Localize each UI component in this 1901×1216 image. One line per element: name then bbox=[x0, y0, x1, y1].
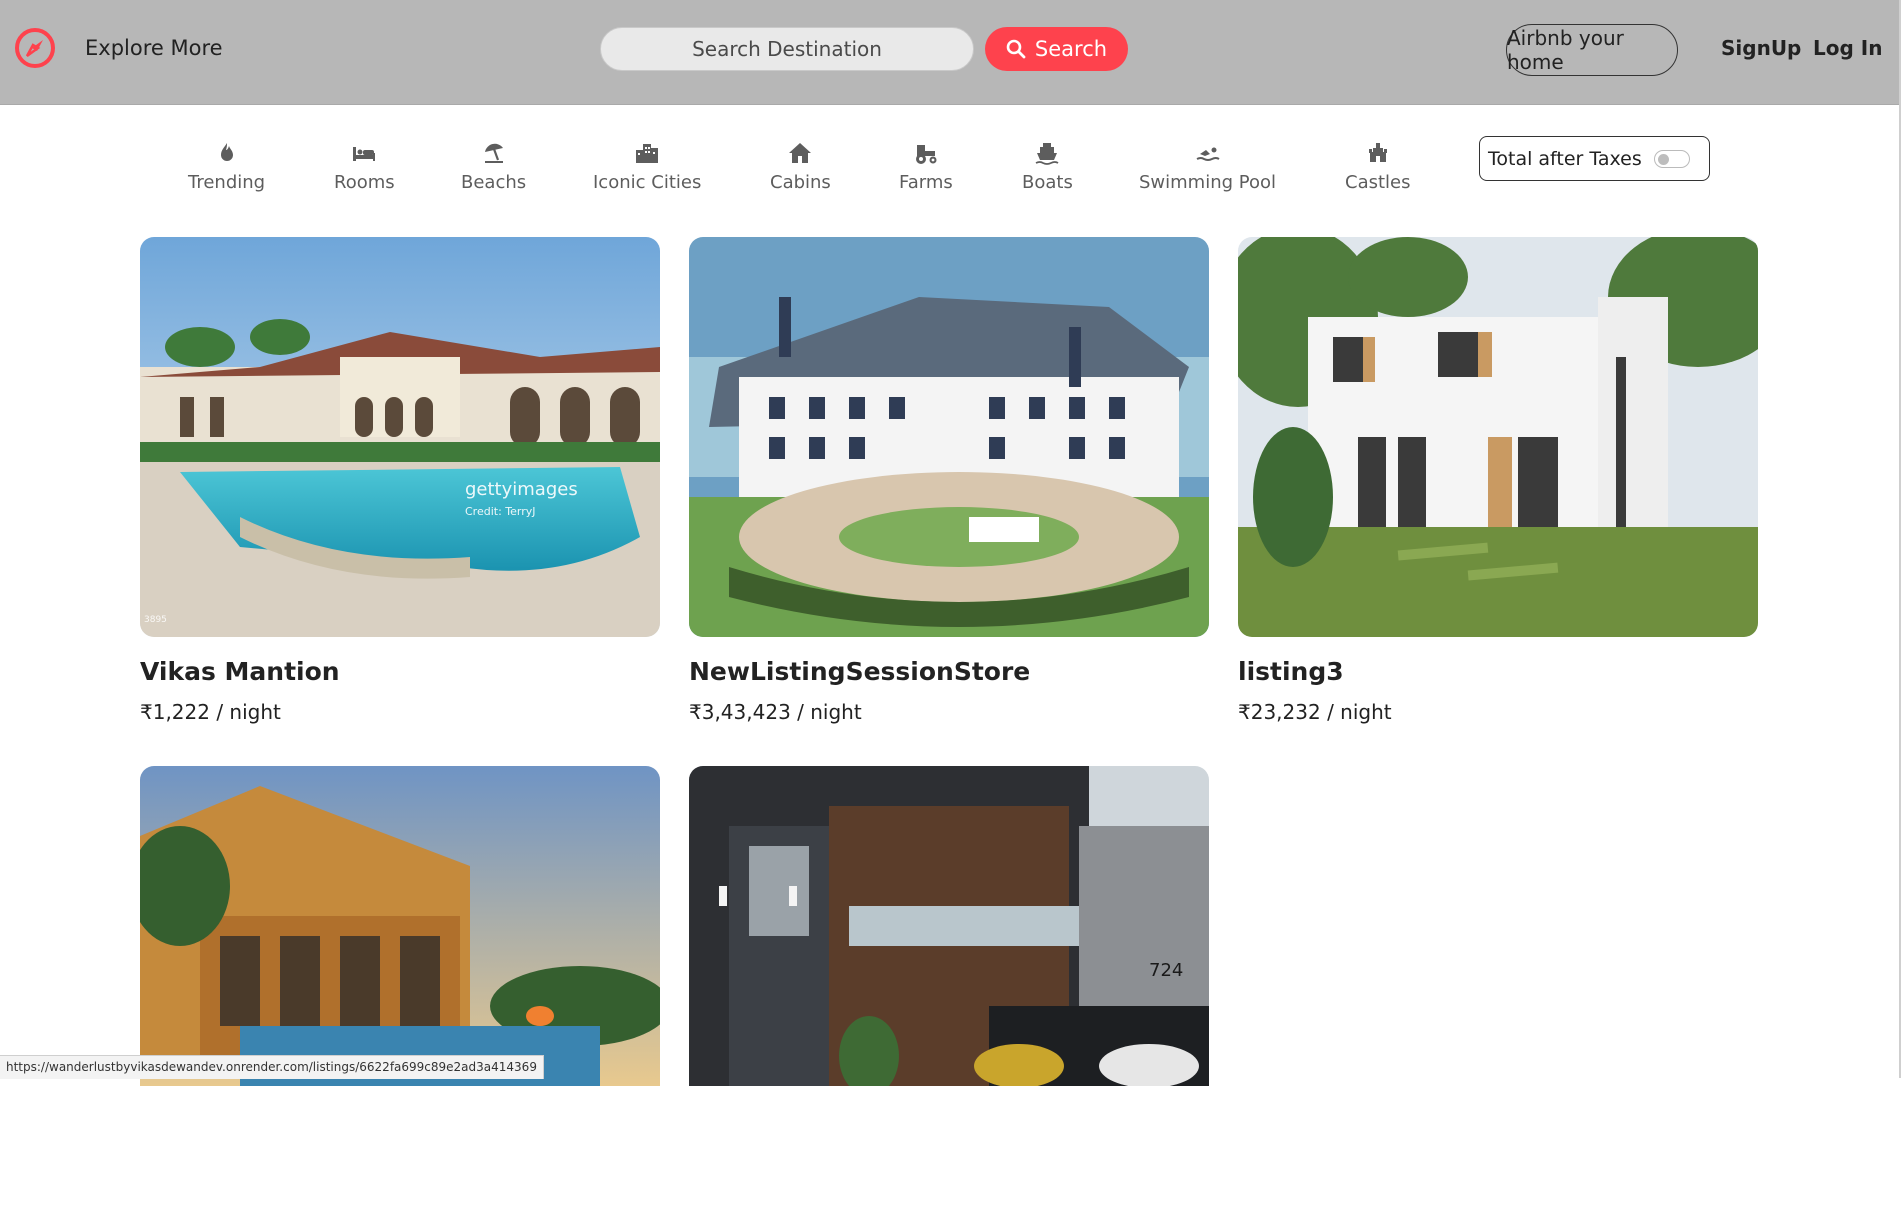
ship-icon bbox=[1036, 143, 1059, 165]
airbnb-your-home-button[interactable]: Airbnb your home bbox=[1506, 24, 1678, 76]
tractor-icon bbox=[915, 145, 937, 164]
filter-label: Cabins bbox=[770, 172, 831, 193]
filter-boats[interactable]: Boats bbox=[1022, 140, 1073, 193]
search-button[interactable]: Search bbox=[985, 27, 1128, 71]
listing-price: ₹3,43,423 / night bbox=[689, 700, 862, 724]
bed-icon bbox=[353, 147, 376, 161]
filter-label: Boats bbox=[1022, 172, 1073, 193]
watermark-brand: gettyimages bbox=[465, 479, 578, 500]
filter-label: Beachs bbox=[461, 172, 527, 193]
house-number: 724 bbox=[1149, 960, 1183, 981]
listing-card[interactable]: gettyimages Credit: TerryJ 3895 Vikas Ma… bbox=[140, 237, 660, 724]
listing-card[interactable] bbox=[140, 766, 660, 1216]
filter-beachs[interactable]: Beachs bbox=[461, 140, 526, 193]
listing-title[interactable]: Vikas Mantion bbox=[140, 657, 660, 686]
login-link[interactable]: Log In bbox=[1813, 36, 1882, 60]
search-icon bbox=[1006, 39, 1026, 59]
filter-trending[interactable]: Trending bbox=[188, 140, 265, 193]
watermark-credit: Credit: TerryJ bbox=[465, 505, 536, 518]
listing-card[interactable]: 724 bbox=[689, 766, 1209, 1216]
filter-castles[interactable]: Castles bbox=[1345, 140, 1411, 193]
person-swimming-icon bbox=[1196, 147, 1220, 161]
listing-title[interactable]: listing3 bbox=[1238, 657, 1758, 686]
listing-title[interactable]: NewListingSessionStore bbox=[689, 657, 1209, 686]
filter-label: Iconic Cities bbox=[593, 172, 702, 193]
tax-toggle-label: Total after Taxes bbox=[1488, 147, 1642, 170]
signup-link[interactable]: SignUp bbox=[1721, 36, 1801, 60]
listing-card[interactable]: listing3 ₹23,232 / night bbox=[1238, 237, 1758, 724]
filter-cabins[interactable]: Cabins bbox=[770, 140, 831, 193]
city-icon bbox=[636, 144, 659, 163]
navbar: Explore More Search Airbnb your home Sig… bbox=[0, 0, 1901, 105]
listing-image[interactable]: 724 bbox=[689, 766, 1209, 1216]
watermark-id: 3895 bbox=[144, 615, 167, 625]
listing-image[interactable] bbox=[1238, 237, 1758, 637]
chess-rook-icon bbox=[1368, 143, 1387, 162]
tax-switch[interactable] bbox=[1653, 149, 1690, 168]
house-icon bbox=[789, 143, 812, 163]
listing-image[interactable] bbox=[140, 766, 660, 1216]
tax-toggle[interactable]: Total after Taxes bbox=[1479, 136, 1710, 181]
filter-iconic-cities[interactable]: Iconic Cities bbox=[593, 140, 701, 193]
filter-label: Trending bbox=[188, 172, 266, 193]
filter-rooms[interactable]: Rooms bbox=[334, 140, 395, 193]
umbrella-beach-icon bbox=[484, 143, 503, 163]
compass-icon[interactable] bbox=[13, 26, 57, 70]
listing-card[interactable]: NewListingSessionStore ₹3,43,423 / night bbox=[689, 237, 1209, 724]
filter-label: Rooms bbox=[334, 172, 395, 193]
listing-image[interactable]: gettyimages Credit: TerryJ 3895 bbox=[140, 237, 660, 637]
filter-label: Swimming Pool bbox=[1139, 172, 1277, 193]
search-input[interactable] bbox=[600, 27, 974, 71]
listing-price: ₹23,232 / night bbox=[1238, 700, 1392, 724]
filter-label: Farms bbox=[899, 172, 953, 193]
search-button-label: Search bbox=[1034, 37, 1108, 61]
filter-label: Castles bbox=[1345, 172, 1411, 193]
status-bar-url: https://wanderlustbyvikasdewandev.onrend… bbox=[0, 1055, 544, 1079]
filter-swimming-pool[interactable]: Swimming Pool bbox=[1139, 140, 1276, 193]
listing-image[interactable] bbox=[689, 237, 1209, 637]
explore-more-link[interactable]: Explore More bbox=[85, 36, 223, 60]
filter-farms[interactable]: Farms bbox=[899, 140, 953, 193]
listing-price: ₹1,222 / night bbox=[140, 700, 281, 724]
fire-icon bbox=[220, 143, 233, 161]
